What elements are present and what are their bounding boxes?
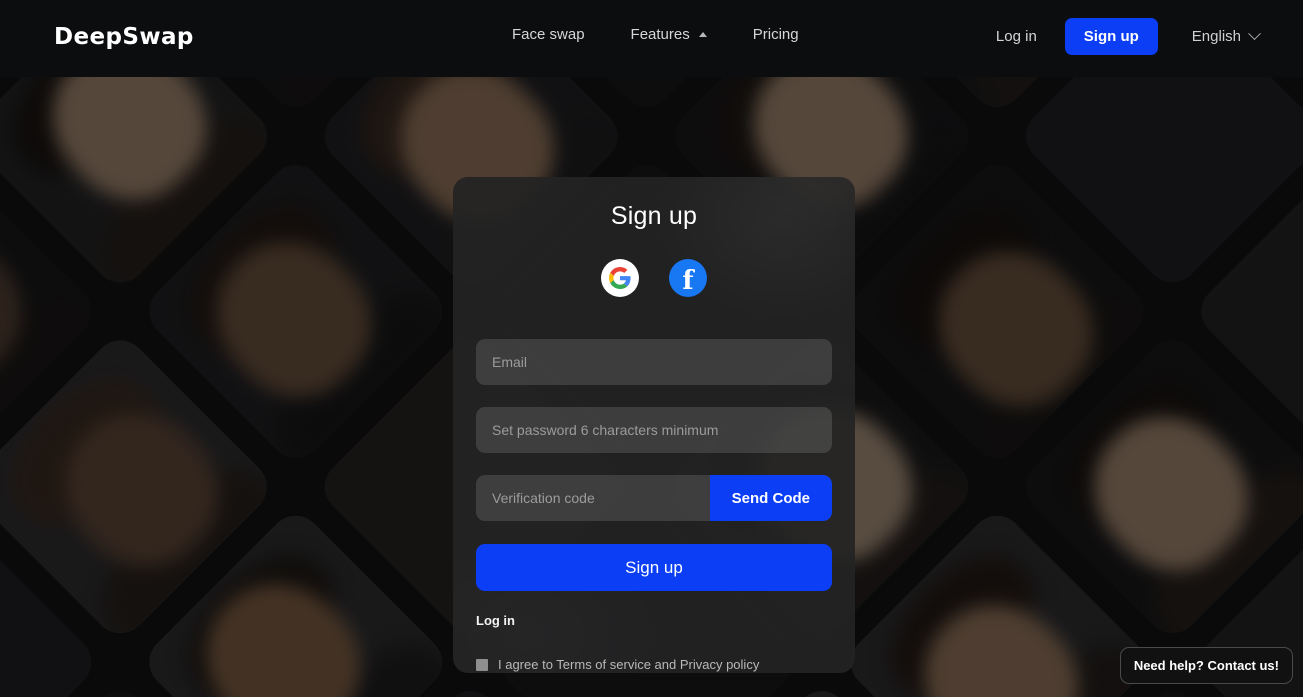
contact-support-button[interactable]: Need help? Contact us! xyxy=(1119,647,1293,684)
chevron-down-icon xyxy=(1248,27,1261,41)
social-login-row: f xyxy=(476,259,832,297)
email-input[interactable] xyxy=(476,339,832,385)
signup-submit-button[interactable]: Sign up xyxy=(476,544,832,591)
password-input[interactable] xyxy=(476,407,832,453)
primary-navigation: Face swap Features Pricing xyxy=(512,26,799,43)
header-signup-button[interactable]: Sign up xyxy=(1064,18,1158,55)
site-header: DeepSwap Face swap Features Pricing Log … xyxy=(0,0,1303,77)
send-code-button[interactable]: Send Code xyxy=(709,475,832,521)
switch-to-login-link[interactable]: Log in xyxy=(476,613,515,628)
password-field-wrapper xyxy=(476,407,832,453)
signup-modal: Sign up f Email Verification code Send C… xyxy=(453,177,855,673)
nav-item-features-label: Features xyxy=(630,26,690,43)
chevron-up-icon xyxy=(698,31,707,37)
signup-title: Sign up xyxy=(610,202,698,230)
terms-agreement-checkbox[interactable] xyxy=(476,658,488,671)
verification-code-input[interactable] xyxy=(476,475,710,521)
verification-code-field-wrapper: Send Code xyxy=(476,475,832,521)
nav-item-pricing[interactable]: Pricing xyxy=(753,26,799,43)
language-selector[interactable]: English xyxy=(1191,27,1261,45)
nav-item-features[interactable]: Features xyxy=(631,26,707,43)
page-root: DeepSwap Face swap Features Pricing Log … xyxy=(0,0,1303,697)
header-actions: Log in Sign up English xyxy=(996,18,1261,55)
email-field-wrapper xyxy=(476,339,832,385)
language-label: English xyxy=(1191,28,1241,45)
google-signin-button[interactable] xyxy=(601,259,639,297)
nav-item-face-swap[interactable]: Face swap xyxy=(512,26,585,43)
terms-agreement-row: I agree to Terms of service and Privacy … xyxy=(476,657,832,672)
facebook-signin-button[interactable]: f xyxy=(669,259,707,297)
header-login-link[interactable]: Log in xyxy=(996,28,1037,45)
brand-logo[interactable]: DeepSwap xyxy=(54,24,194,50)
facebook-icon: f xyxy=(682,265,694,296)
terms-agreement-label: I agree to Terms of service and Privacy … xyxy=(498,657,760,672)
google-icon xyxy=(609,267,631,289)
